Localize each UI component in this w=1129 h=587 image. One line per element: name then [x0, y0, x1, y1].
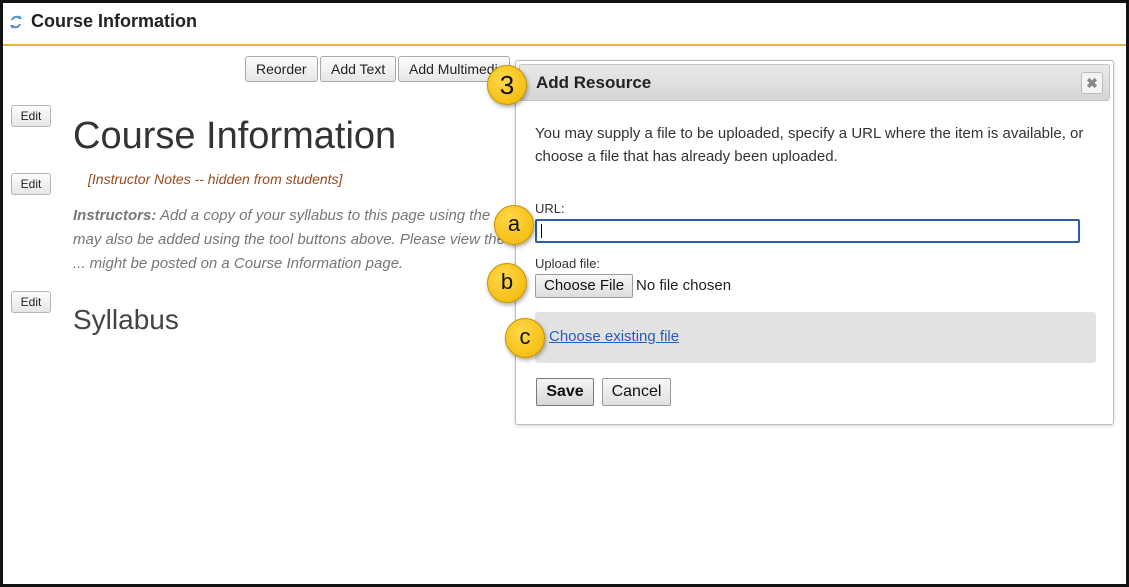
save-button[interactable]: Save — [536, 378, 594, 406]
instructors-label: Instructors: — [73, 207, 157, 224]
refresh-arrows-icon — [10, 15, 22, 29]
text-caret — [541, 224, 542, 238]
choose-file-button[interactable]: Choose File — [535, 274, 634, 298]
callout-c: c — [505, 318, 545, 358]
syllabus-heading: Syllabus — [73, 304, 179, 335]
cancel-button[interactable]: Cancel — [602, 378, 671, 406]
app-frame: Course Information Reorder Add Text Add … — [0, 0, 1129, 587]
close-icon[interactable]: ✖ — [1081, 72, 1103, 94]
add-text-button[interactable]: Add Text — [320, 56, 397, 82]
upload-file-label: Upload file: — [535, 256, 601, 271]
edit-notes-button[interactable]: Edit — [11, 173, 51, 195]
callout-step-3: 3 — [487, 65, 527, 105]
callout-b: b — [487, 263, 527, 303]
page-header: Course Information — [3, 3, 1126, 46]
url-label: URL: — [535, 201, 565, 216]
choose-existing-file-link[interactable]: Choose existing file — [549, 328, 679, 345]
edit-syllabus-button[interactable]: Edit — [11, 291, 51, 313]
page-title: Course Information — [73, 115, 397, 157]
url-input[interactable] — [535, 219, 1080, 243]
edit-title-button[interactable]: Edit — [11, 105, 51, 127]
instructor-paragraph: Instructors: Add a copy of your syllabus… — [73, 204, 513, 276]
no-file-chosen-text: No file chosen — [636, 277, 732, 294]
header-title: Course Information — [31, 11, 198, 31]
dialog-header: Add Resource ✖ — [519, 64, 1110, 101]
existing-file-panel: Choose existing file — [535, 312, 1096, 363]
add-resource-dialog: Add Resource ✖ You may supply a file to … — [515, 60, 1114, 425]
instructor-notes: [Instructor Notes -- hidden from student… — [88, 171, 343, 187]
callout-a: a — [494, 205, 534, 245]
reorder-button[interactable]: Reorder — [245, 56, 318, 82]
dialog-description: You may supply a file to be uploaded, sp… — [535, 125, 1084, 165]
dialog-title: Add Resource — [536, 73, 652, 92]
